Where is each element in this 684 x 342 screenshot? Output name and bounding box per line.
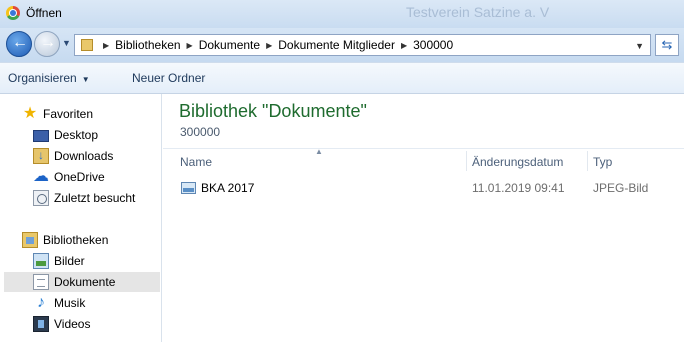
- file-name-cell: BKA 2017: [181, 181, 254, 195]
- sort-ascending-icon: ▲: [315, 147, 323, 156]
- command-bar: Organisieren ▼ Neuer Ordner: [0, 62, 684, 94]
- library-title: Bibliothek "Dokumente": [179, 101, 367, 121]
- nav-item-videos[interactable]: Videos: [33, 314, 90, 334]
- forward-button[interactable]: →: [34, 31, 60, 57]
- breadcrumb-libraries[interactable]: Bibliotheken: [115, 38, 180, 52]
- organize-button[interactable]: Organisieren ▼: [8, 71, 90, 85]
- library-icon: [22, 232, 38, 248]
- star-icon: ★: [22, 105, 38, 122]
- file-row[interactable]: BKA 2017 11.01.2019 09:41 JPEG-Bild: [163, 178, 684, 198]
- breadcrumb-documents[interactable]: Dokumente: [199, 38, 260, 52]
- refresh-icon: ⇆: [661, 37, 673, 52]
- nav-item-desktop[interactable]: Desktop: [33, 125, 98, 145]
- refresh-button[interactable]: ⇆: [655, 34, 679, 56]
- music-icon: ♪: [37, 294, 45, 311]
- breadcrumb: ▶ Bibliotheken ▶ Dokumente ▶ Dokumente M…: [97, 35, 453, 55]
- chevron-right-icon[interactable]: ▶: [187, 41, 193, 50]
- column-divider[interactable]: [466, 151, 467, 171]
- image-file-icon: [181, 182, 196, 194]
- library-subtitle: 300000: [180, 125, 221, 139]
- onedrive-icon: ☁: [33, 168, 49, 185]
- window-title: Öffnen: [26, 6, 62, 20]
- navigation-pane: ★ Favoriten Desktop Downloads ☁ OneDrive…: [0, 94, 162, 342]
- nav-libraries-label: Bibliotheken: [43, 233, 109, 247]
- nav-item-label: Musik: [54, 296, 86, 310]
- breadcrumb-current-folder[interactable]: 300000: [413, 38, 453, 52]
- chevron-right-icon[interactable]: ▶: [103, 41, 109, 50]
- folder-icon: [81, 39, 93, 51]
- nav-item-label: Videos: [54, 317, 91, 331]
- nav-favorites[interactable]: ★ Favoriten: [22, 104, 93, 124]
- nav-item-label: Desktop: [54, 128, 99, 142]
- breadcrumb-member-documents[interactable]: Dokumente Mitglieder: [278, 38, 395, 52]
- downloads-icon: [33, 148, 49, 164]
- chevron-right-icon[interactable]: ▶: [401, 41, 407, 50]
- videos-icon: [33, 316, 49, 332]
- column-name[interactable]: Name: [180, 155, 212, 169]
- nav-item-downloads[interactable]: Downloads: [33, 146, 113, 166]
- nav-item-label: Dokumente: [54, 275, 116, 289]
- organize-label: Organisieren: [8, 71, 77, 85]
- chevron-right-icon[interactable]: ▶: [266, 41, 272, 50]
- title-bar: Öffnen Testverein Satzine a. V: [0, 0, 684, 28]
- file-type: JPEG-Bild: [593, 181, 649, 195]
- column-modified[interactable]: Änderungsdatum: [472, 155, 563, 169]
- nav-favorites-label: Favoriten: [43, 107, 94, 121]
- forward-icon: →: [40, 34, 56, 51]
- nav-item-music[interactable]: ♪ Musik: [33, 293, 85, 313]
- address-bar[interactable]: ▶ Bibliotheken ▶ Dokumente ▶ Dokumente M…: [74, 34, 651, 56]
- address-dropdown-icon[interactable]: ▼: [635, 41, 644, 51]
- nav-item-pictures[interactable]: Bilder: [33, 251, 85, 271]
- desktop-icon: [33, 130, 49, 142]
- column-headers: ▲ Name Änderungsdatum Typ: [163, 147, 684, 172]
- file-name: BKA 2017: [201, 181, 255, 195]
- navigation-bar: ← → ▼ ▶ Bibliotheken ▶ Dokumente ▶ Dokum…: [0, 28, 684, 62]
- nav-item-label: OneDrive: [54, 170, 105, 184]
- pictures-icon: [33, 253, 49, 269]
- nav-item-label: Downloads: [54, 149, 114, 163]
- file-modified: 11.01.2019 09:41: [472, 181, 565, 195]
- back-button[interactable]: ←: [6, 31, 32, 57]
- column-divider[interactable]: [587, 151, 588, 171]
- chrome-icon: [6, 6, 20, 20]
- background-window-title: Testverein Satzine a. V: [406, 4, 550, 20]
- documents-icon: [33, 274, 49, 290]
- nav-item-label: Zuletzt besucht: [54, 191, 136, 205]
- nav-item-recent[interactable]: Zuletzt besucht: [33, 188, 135, 208]
- new-folder-button[interactable]: Neuer Ordner: [132, 71, 205, 85]
- recent-icon: [33, 190, 49, 206]
- nav-item-documents[interactable]: Dokumente: [4, 272, 160, 292]
- chevron-down-icon: ▼: [81, 75, 90, 84]
- nav-libraries[interactable]: Bibliotheken: [22, 230, 108, 250]
- nav-item-label: Bilder: [54, 254, 85, 268]
- column-type[interactable]: Typ: [593, 155, 612, 169]
- nav-item-onedrive[interactable]: ☁ OneDrive: [33, 167, 105, 187]
- recent-locations-dropdown[interactable]: ▼: [62, 38, 71, 48]
- back-icon: ←: [12, 34, 28, 51]
- file-view: Bibliothek "Dokumente" 300000 ▲ Name Änd…: [163, 94, 684, 342]
